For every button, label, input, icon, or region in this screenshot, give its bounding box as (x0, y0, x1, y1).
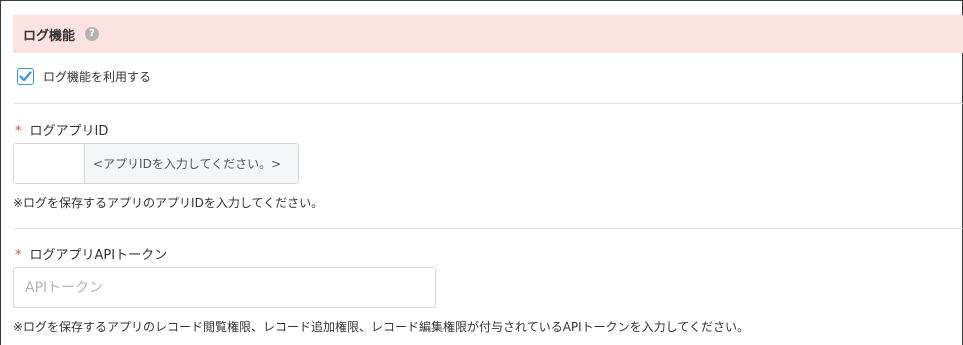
log-app-id-label-row: * ログアプリID (15, 120, 108, 139)
divider (13, 228, 963, 229)
log-app-id-addon: <アプリIDを入力してください。> (84, 144, 298, 183)
section-title: ログ機能 (23, 28, 76, 44)
required-mark: * (15, 124, 22, 139)
api-token-hint: ※ログを保存するアプリのレコード閲覧権限、レコード追加権限、レコード編集権限が付… (13, 320, 749, 334)
api-token-label-row: * ログアプリAPIトークン (15, 244, 167, 263)
api-token-label: ログアプリAPIトークン (29, 248, 168, 263)
log-app-id-group: <アプリIDを入力してください。> (13, 143, 299, 184)
section-header: ログ機能 ? (13, 15, 963, 53)
help-icon[interactable]: ? (85, 27, 100, 41)
use-log-checkbox[interactable] (17, 68, 34, 85)
divider (13, 103, 963, 104)
checkmark-icon (19, 71, 32, 82)
log-app-id-hint: ※ログを保存するアプリのアプリIDを入力してください。 (13, 196, 324, 210)
use-log-checkbox-row[interactable]: ログ機能を利用する (17, 68, 151, 85)
api-token-input[interactable] (13, 267, 436, 308)
use-log-label[interactable]: ログ機能を利用する (43, 68, 151, 85)
required-mark: * (15, 248, 22, 263)
settings-panel: ログ機能 ? ログ機能を利用する * ログアプリID <アプリIDを入力してくだ… (0, 0, 963, 345)
log-app-id-label: ログアプリID (29, 124, 109, 139)
log-app-id-input[interactable] (14, 144, 84, 183)
